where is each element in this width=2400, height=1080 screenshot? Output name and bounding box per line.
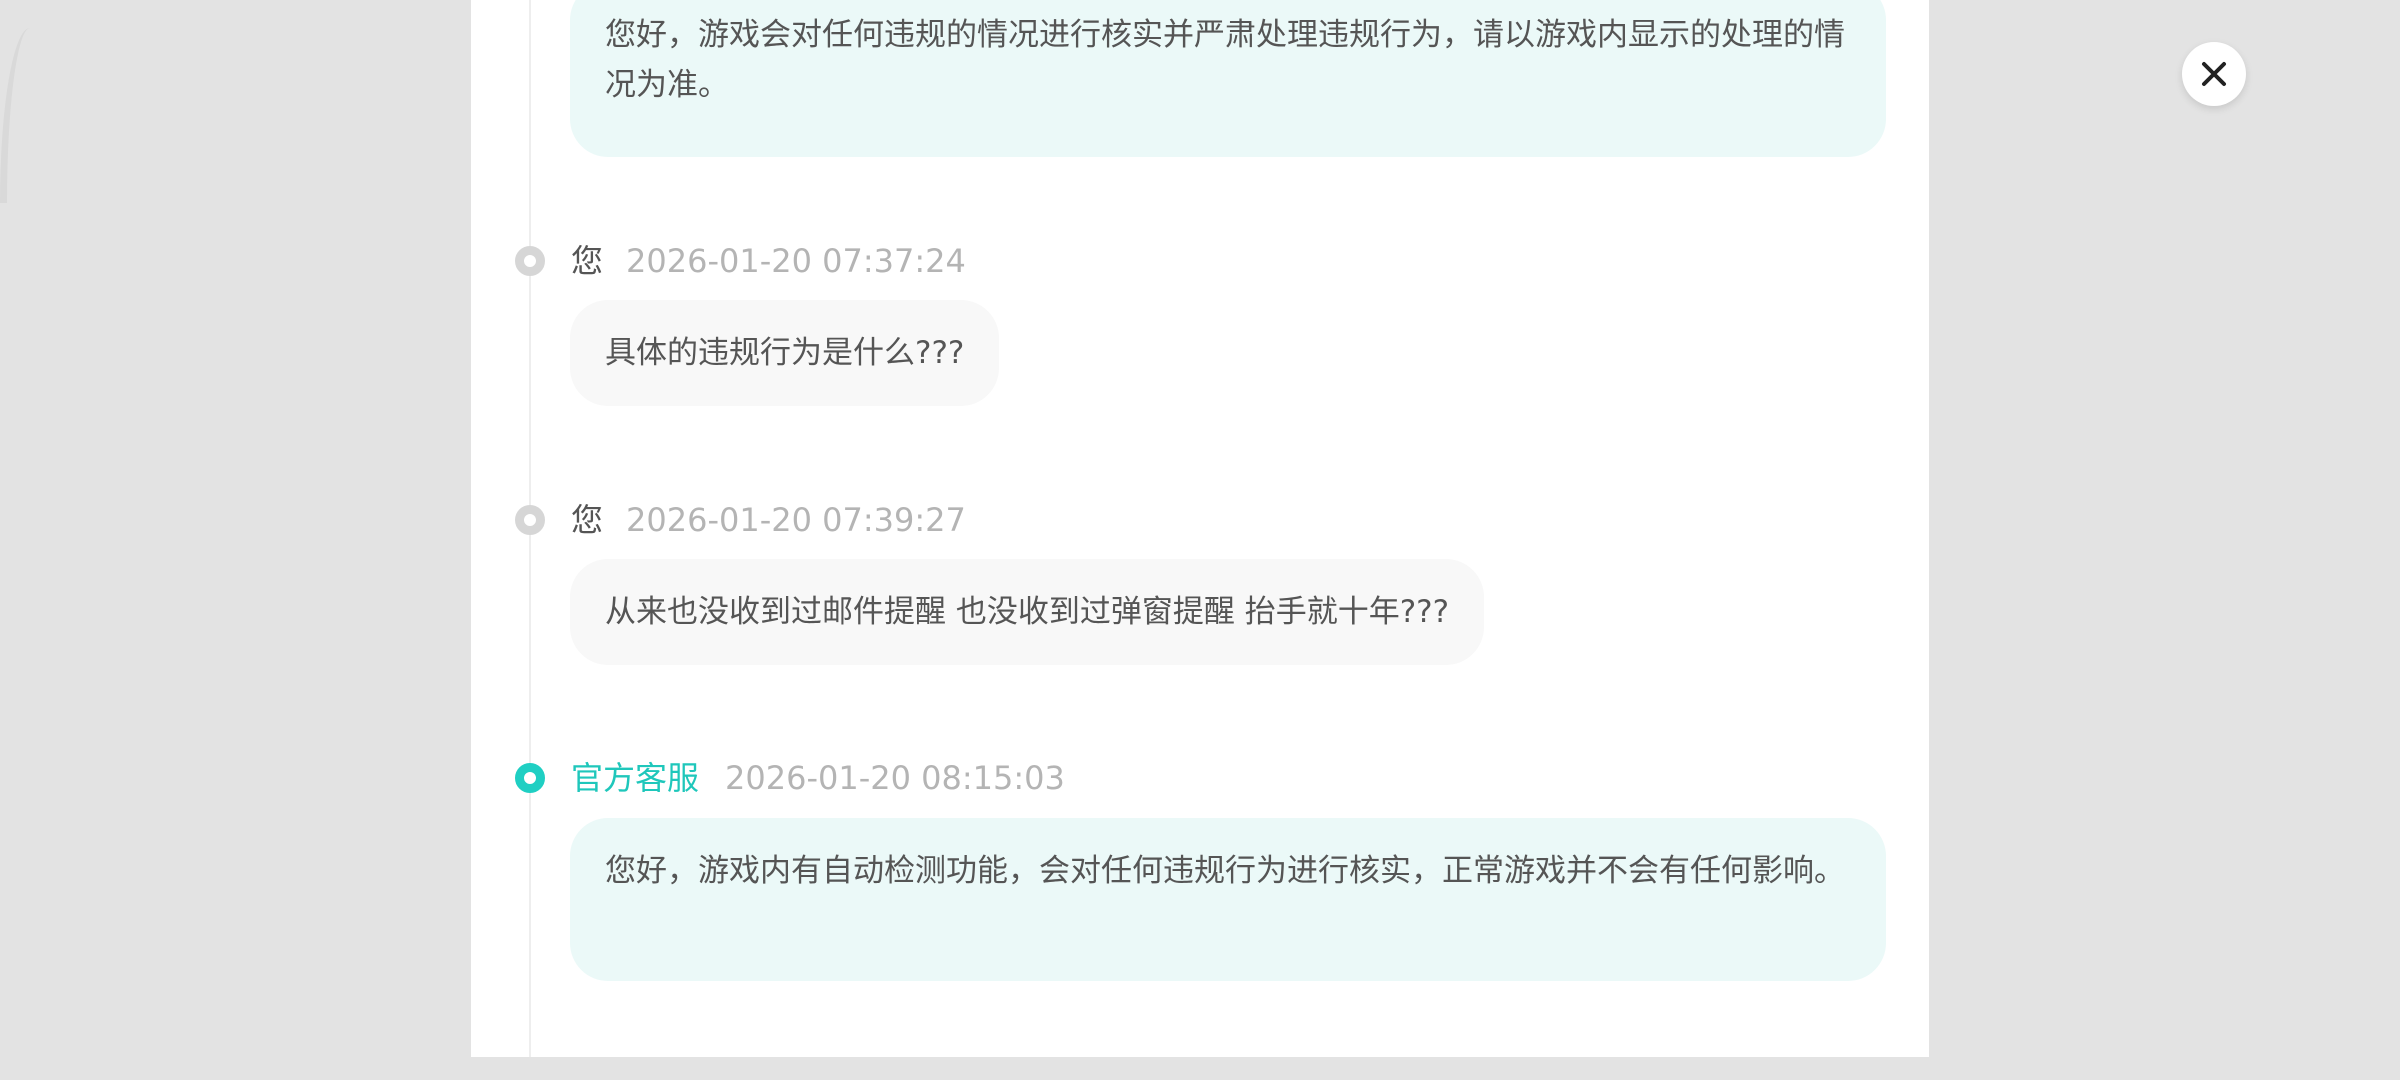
message-text: 从来也没收到过邮件提醒 也没收到过弹窗提醒 抬手就十年??? — [605, 594, 1450, 630]
close-button[interactable] — [2182, 42, 2246, 106]
sender-name: 您 — [571, 242, 604, 280]
agent-message-bubble: 您好，游戏内有自动检测功能，会对任何违规行为进行核实，正常游戏并不会有任何影响。 — [570, 818, 1886, 981]
close-icon — [2202, 62, 2226, 86]
timeline-dot-active — [515, 763, 545, 793]
message-timestamp: 2026-01-20 08:15:03 — [725, 759, 1065, 797]
message-text: 您好，游戏内有自动检测功能，会对任何违规行为进行核实，正常游戏并不会有任何影响。 — [605, 853, 1845, 889]
message-text: 您好，游戏会对任何违规的情况进行核实并严肃处理违规行为，请以游戏内显示的处理的情… — [605, 17, 1845, 103]
agent-message-bubble: 您好，游戏会对任何违规的情况进行核实并严肃处理违规行为，请以游戏内显示的处理的情… — [570, 0, 1886, 157]
background-decoration — [0, 28, 37, 203]
sender-name: 您 — [571, 501, 604, 539]
user-message-bubble: 具体的违规行为是什么??? — [570, 300, 1000, 406]
timeline-dot — [515, 505, 545, 535]
message-timestamp: 2026-01-20 07:39:27 — [626, 501, 966, 539]
user-message-bubble: 从来也没收到过邮件提醒 也没收到过弹窗提醒 抬手就十年??? — [570, 559, 1485, 665]
message-timestamp: 2026-01-20 07:37:24 — [626, 242, 966, 280]
sender-name: 官方客服 — [571, 759, 700, 797]
timeline-dot — [515, 246, 545, 276]
message-text: 具体的违规行为是什么??? — [605, 335, 965, 371]
conversation-panel[interactable]: 您好，游戏会对任何违规的情况进行核实并严肃处理违规行为，请以游戏内显示的处理的情… — [471, 0, 1929, 1057]
